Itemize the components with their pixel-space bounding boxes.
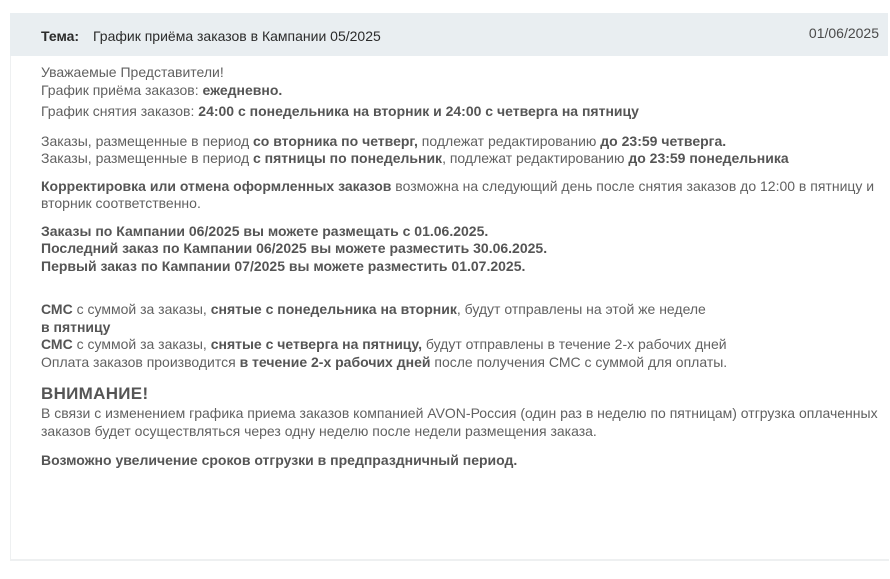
greeting: Уважаемые Представители!	[41, 64, 224, 80]
message-header: Тема: График приёма заказов в Кампании 0…	[10, 13, 888, 56]
edit-rule-weekdays: Заказы, размещенные в период со вторника…	[41, 132, 727, 149]
holiday-note: Возможно увеличение сроков отгрузки в пр…	[41, 452, 518, 468]
subject-title: График приёма заказов в Кампании 05/2025	[93, 28, 381, 44]
campaign-line-2: Последний заказ по Кампании 06/2025 вы м…	[41, 240, 548, 256]
sms-rule-thursday: СМС с суммой за заказы, снятые с четверг…	[41, 336, 727, 352]
subject-label: Тема:	[41, 28, 80, 44]
campaign-line-3: Первый заказ по Кампании 07/2025 вы може…	[41, 257, 526, 274]
message-body: Уважаемые Представители! График приёма з…	[41, 64, 881, 470]
edit-rule-weekend: Заказы, размещенные в период с пятницы п…	[41, 150, 789, 166]
campaign-line-1: Заказы по Кампании 06/2025 вы можете раз…	[41, 222, 489, 239]
pull-schedule-line: График снятия заказов: 24:00 с понедельн…	[41, 103, 639, 119]
schedule-line: График приёма заказов: ежедневно.	[41, 81, 283, 98]
correction-rule: Корректировка или отмена оформленных зак…	[41, 177, 875, 212]
warning-title: ВНИМАНИЕ!	[41, 384, 149, 403]
message-date: 01/06/2025	[808, 25, 879, 41]
sms-rule-monday: СМС с суммой за заказы, снятые с понедел…	[41, 301, 706, 335]
payment-rule: Оплата заказов производится в течение 2-…	[41, 353, 728, 370]
warning-text: В связи с изменением графика приема зака…	[41, 405, 878, 439]
